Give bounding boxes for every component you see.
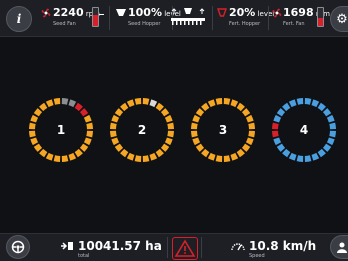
speed-label: Speed [249,253,265,259]
row-ring-3[interactable]: 3 [189,96,257,164]
fert-hopper-value: 20% [229,6,256,19]
fert-fan-stat[interactable]: 1698 rpm Fert. Fan [270,4,330,32]
alarm-button[interactable] [172,237,198,260]
info-button[interactable]: i [6,6,32,32]
implement-icon[interactable] [168,6,208,32]
fan-icon [272,8,282,18]
gear-icon: ⚙ [336,11,348,27]
area-counter-icon [61,242,73,250]
steering-button[interactable] [6,235,30,259]
fert-hopper-label: Fert. Hopper [229,21,261,27]
seed-fan-value: 2240 [53,6,84,19]
seed-fan-stat[interactable]: 2240 rpm Seed Fan [38,4,106,32]
fert-fan-label: Fert. Fan [283,21,305,27]
row-ring-2[interactable]: 2 [108,96,176,164]
row-ring-1[interactable]: 1 [27,96,95,164]
row-ring-4[interactable]: 4 [270,96,338,164]
steering-wheel-icon [11,240,25,254]
fert-fan-bar [317,7,324,27]
total-area-value: 10041.57 ha [78,239,162,253]
row-number: 3 [218,123,228,137]
total-area-label: total [78,253,90,259]
info-icon: i [16,12,22,26]
seed-hopper-stat[interactable]: 100% level Seed Hopper [113,4,181,32]
fan-icon [41,8,51,18]
row-number: 1 [56,123,66,137]
seed-hopper-value: 100% [128,6,162,19]
seed-hopper-label: Seed Hopper [128,21,161,27]
menu-button[interactable] [330,235,348,259]
speed-value: 10.8 km/h [249,239,317,253]
row-number: 4 [299,123,309,137]
warning-icon [174,239,196,257]
top-status-bar: i 2240 rpm Seed Fan 100% level Seed Hopp… [0,0,348,37]
hopper-icon [116,9,126,16]
fert-hopper-stat[interactable]: 20% level Fert. Hopper [214,4,274,32]
seed-fan-label: Seed Fan [53,21,76,27]
operator-icon [337,242,347,253]
row-number: 2 [137,123,147,137]
fan-bar-marker-icon [99,14,104,15]
bottom-status-bar: 10041.57 ha total 10.8 km/h Speed [0,233,348,261]
fert-fan-value: 1698 [283,6,314,19]
fert-hopper-icon [217,8,227,17]
speedometer-icon [231,243,245,251]
seed-fan-bar [92,7,99,27]
settings-button[interactable]: ⚙ [330,6,348,32]
